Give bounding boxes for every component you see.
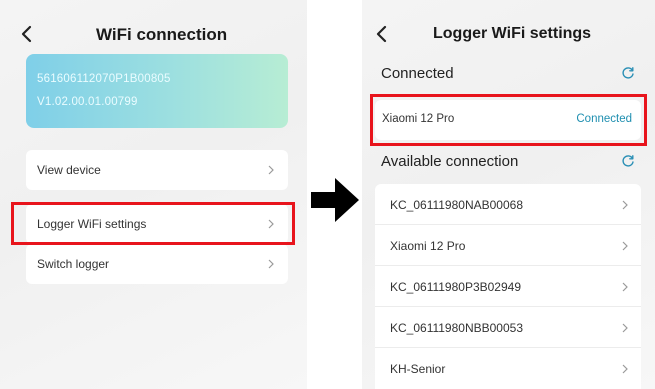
menu-item-label: View device (37, 163, 101, 177)
device-card: 561606112070P1B00805 V1.02.00.01.00799 (26, 54, 288, 128)
network-name: KC_06111980NBB00053 (390, 321, 523, 335)
chevron-right-icon (622, 282, 628, 292)
network-name: Xiaomi 12 Pro (390, 239, 466, 253)
page-title: Logger WiFi settings (433, 25, 592, 42)
arrow-right-icon (311, 178, 359, 222)
view-device-item[interactable]: View device (26, 150, 288, 190)
chevron-right-icon (268, 259, 274, 269)
chevron-right-icon (622, 200, 628, 210)
network-name: KC_06111980P3B02949 (390, 280, 522, 294)
network-row[interactable]: KC_06111980NBB00053 (375, 307, 641, 348)
network-name: KC_06111980NAB00068 (390, 198, 523, 212)
back-icon[interactable] (375, 25, 389, 43)
network-row[interactable]: KH-Senior (375, 348, 641, 389)
connected-heading: Connected (381, 65, 454, 82)
wifi-connection-screen: WiFi connection 561606112070P1B00805 V1.… (0, 0, 307, 389)
available-heading: Available connection (381, 153, 519, 170)
menu-item-label: Switch logger (37, 257, 110, 271)
chevron-right-icon (268, 165, 274, 175)
network-row[interactable]: Xiaomi 12 Pro (375, 225, 641, 266)
back-icon[interactable] (20, 25, 34, 43)
device-serial: 561606112070P1B00805 (37, 73, 171, 85)
network-row[interactable]: KC_06111980P3B02949 (375, 266, 641, 307)
refresh-icon[interactable] (621, 66, 635, 80)
chevron-right-icon (622, 364, 628, 374)
chevron-right-icon (622, 323, 628, 333)
refresh-icon[interactable] (621, 154, 635, 168)
network-name: KH-Senior (390, 362, 446, 376)
network-row[interactable]: KC_06111980NAB00068 (375, 184, 641, 225)
device-version: V1.02.00.01.00799 (37, 96, 138, 108)
logger-wifi-settings-screen: Logger WiFi settings Connected Xiaomi 12… (362, 0, 655, 389)
highlight-box (370, 94, 647, 146)
available-network-list: KC_06111980NAB00068 Xiaomi 12 Pro KC_061… (375, 184, 641, 389)
switch-logger-item[interactable]: Switch logger (26, 244, 288, 284)
highlight-box (11, 202, 295, 245)
chevron-right-icon (622, 241, 628, 251)
page-title: WiFi connection (96, 25, 228, 44)
